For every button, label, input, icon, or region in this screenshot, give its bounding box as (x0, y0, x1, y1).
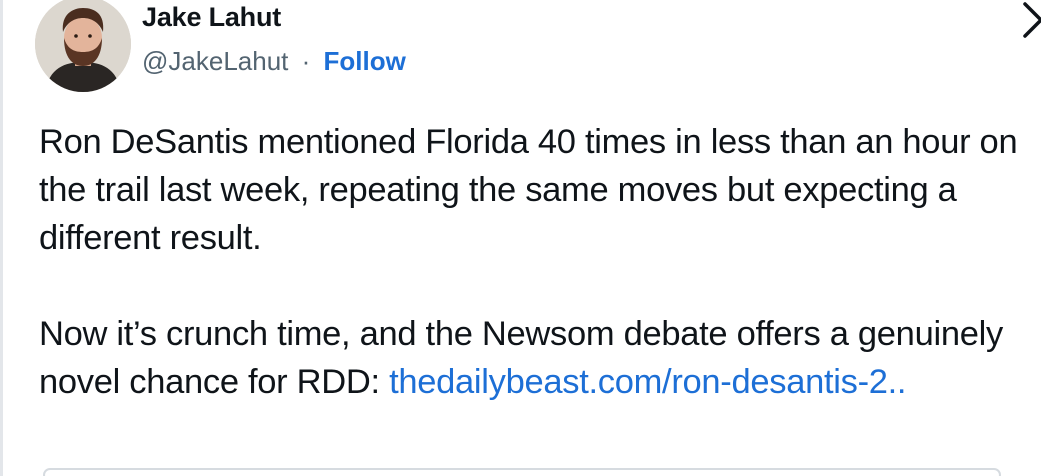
tweet-text: Ron DeSantis mentioned Florida 40 times … (39, 118, 1039, 406)
tweet-paragraph-1: Ron DeSantis mentioned Florida 40 times … (39, 123, 1018, 257)
avatar[interactable] (35, 0, 131, 92)
meta-separator: · (301, 46, 311, 76)
author-handle[interactable]: @JakeLahut (142, 46, 288, 76)
chevron-right-icon[interactable] (1019, 0, 1041, 40)
tweet-card: Jake Lahut @JakeLahut · Follow Ron DeSan… (0, 0, 1041, 476)
author-meta: @JakeLahut · Follow (142, 46, 406, 77)
follow-button[interactable]: Follow (324, 46, 406, 76)
author-name[interactable]: Jake Lahut (142, 2, 281, 33)
tweet-paragraph-2: Now it’s crunch time, and the Newsom deb… (39, 310, 1039, 406)
link-card-edge (43, 468, 1001, 476)
article-link[interactable]: thedailybeast.com/ron-desantis-2.. (389, 363, 906, 401)
avatar-image (35, 0, 131, 92)
